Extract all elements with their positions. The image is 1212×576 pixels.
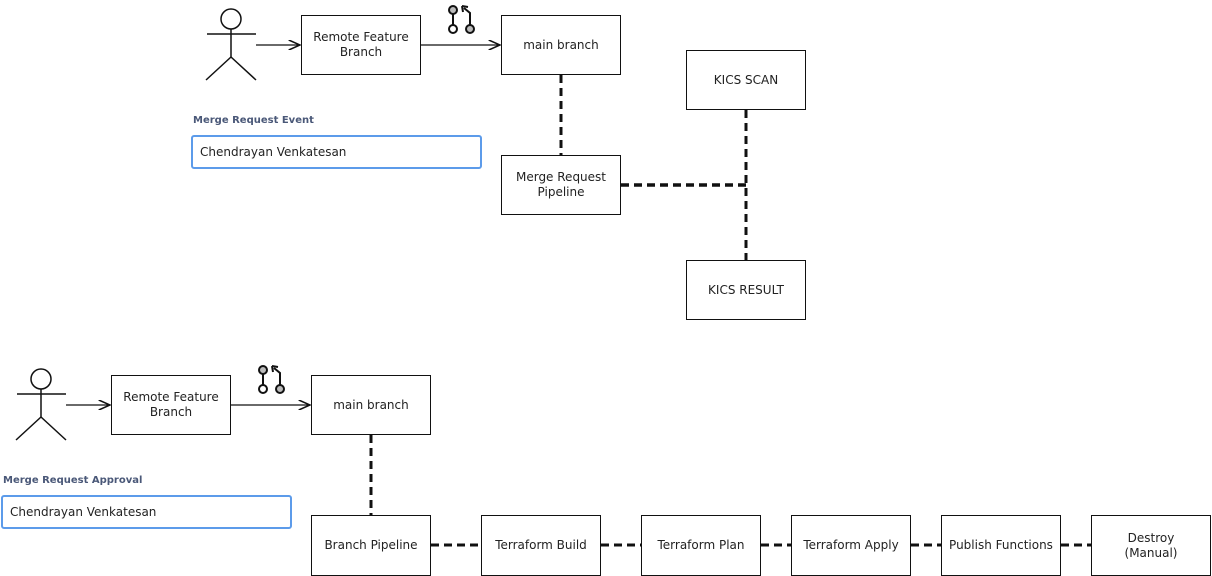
main-branch-box-top[interactable]: main branch	[501, 15, 621, 75]
merge-request-approval-label: Merge Request Approval	[3, 475, 143, 486]
stage-terraform-build[interactable]: Terraform Build	[481, 515, 601, 576]
remote-feature-branch-box-bottom[interactable]: Remote Feature Branch	[111, 375, 231, 435]
kics-scan-box[interactable]: KICS SCAN	[686, 50, 806, 110]
kics-result-box[interactable]: KICS RESULT	[686, 260, 806, 320]
main-branch-box-bottom[interactable]: main branch	[311, 375, 431, 435]
stage-terraform-apply[interactable]: Terraform Apply	[791, 515, 911, 576]
actor-icon-top	[205, 8, 257, 81]
stage-publish-functions[interactable]: Publish Functions	[941, 515, 1061, 576]
merge-request-event-field[interactable]: Chendrayan Venkatesan	[191, 135, 482, 169]
connectors	[15, 5, 1091, 547]
remote-feature-branch-box-top[interactable]: Remote Feature Branch	[301, 15, 421, 75]
stage-destroy-manual[interactable]: Destroy (Manual)	[1091, 515, 1211, 576]
stage-terraform-plan[interactable]: Terraform Plan	[641, 515, 761, 576]
merge-request-event-label: Merge Request Event	[193, 115, 314, 126]
actor-icon-bottom	[15, 368, 67, 441]
merge-request-pipeline-box[interactable]: Merge Request Pipeline	[501, 155, 621, 215]
git-merge-request-icon	[448, 5, 475, 34]
stage-branch-pipeline[interactable]: Branch Pipeline	[311, 515, 431, 576]
git-merge-request-icon	[258, 365, 285, 394]
merge-request-approval-field[interactable]: Chendrayan Venkatesan	[1, 495, 292, 529]
